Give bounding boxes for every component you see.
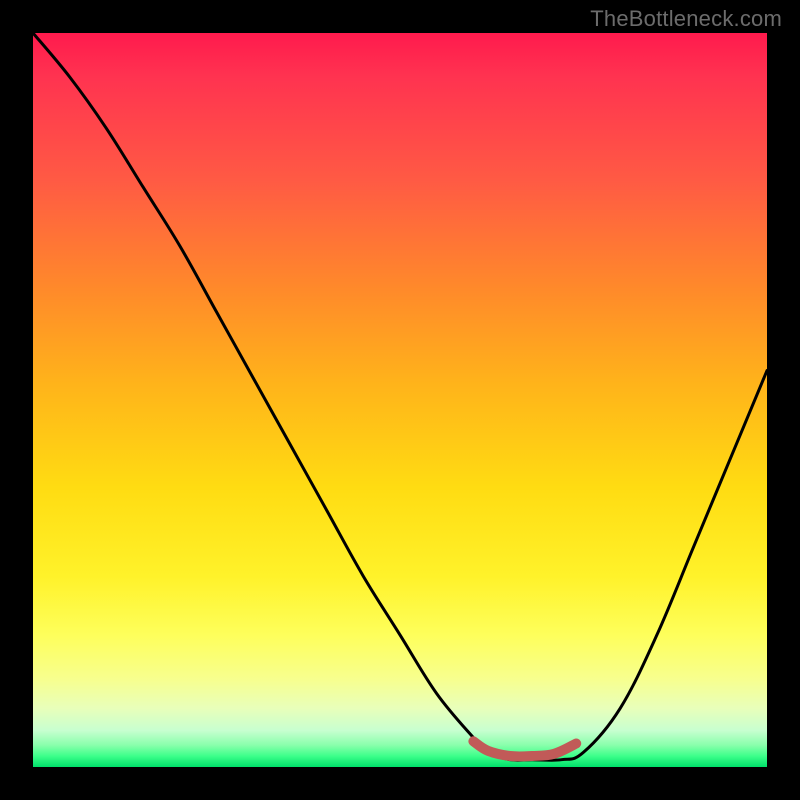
watermark-text: TheBottleneck.com [590, 6, 782, 32]
bottleneck-curve [33, 33, 767, 760]
plot-area [33, 33, 767, 767]
chart-svg [33, 33, 767, 767]
optimal-zone-marker [473, 741, 576, 756]
chart-frame: TheBottleneck.com [0, 0, 800, 800]
